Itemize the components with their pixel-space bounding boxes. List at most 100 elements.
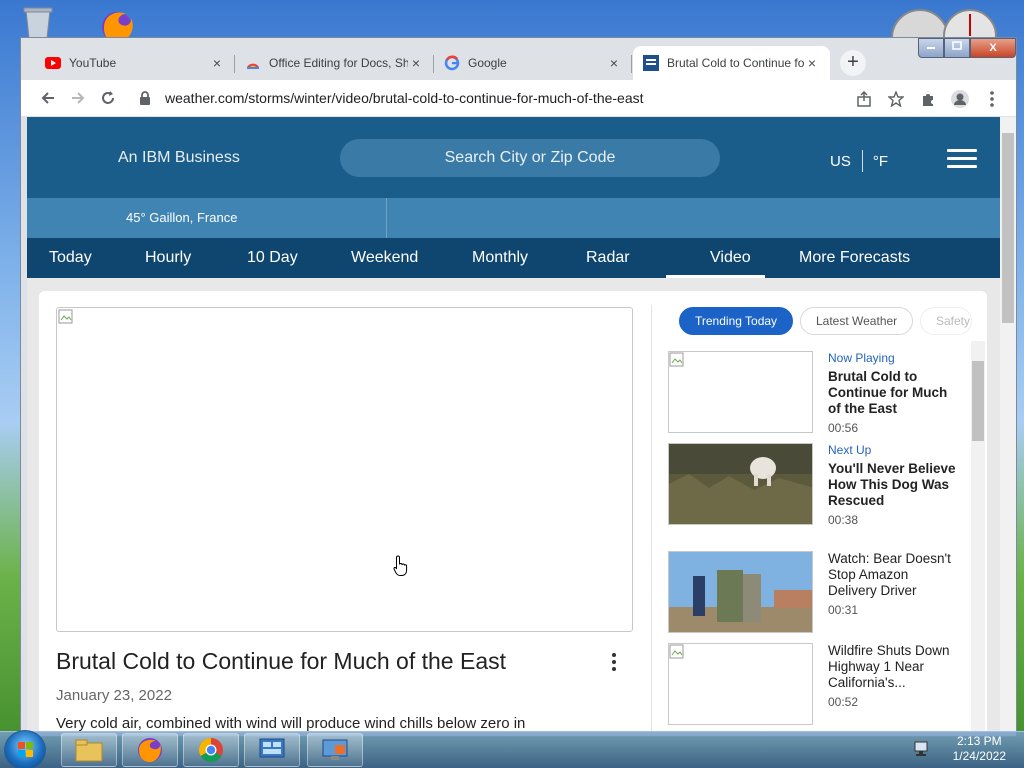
hand-cursor-icon — [393, 555, 408, 576]
windows-taskbar: 2:13 PM 1/24/2022 — [0, 730, 1024, 768]
nav-hourly[interactable]: Hourly — [145, 238, 191, 278]
video-thumbnail[interactable] — [668, 351, 813, 433]
nav-more-forecasts[interactable]: More Forecasts — [799, 238, 910, 278]
brand-tagline[interactable]: An IBM Business — [118, 149, 240, 167]
forward-icon[interactable] — [63, 83, 93, 113]
video-thumbnail[interactable] — [668, 443, 813, 525]
minimize-button[interactable] — [918, 38, 944, 58]
playlist-item-duration: 00:31 — [828, 603, 859, 617]
playlist-item-title[interactable]: Brutal Cold to Continue for Much of the … — [828, 369, 958, 417]
nav-monthly[interactable]: Monthly — [472, 238, 528, 278]
tab-title: Google — [468, 56, 507, 70]
chrome-icon — [198, 738, 223, 763]
recycle-bin-icon[interactable] — [18, 6, 58, 40]
weather-page: An IBM Business Search City or Zip Code … — [27, 117, 1000, 736]
taskbar-firefox[interactable] — [122, 733, 178, 767]
tab-youtube[interactable]: YouTube × — [35, 46, 235, 80]
new-tab-button[interactable]: + — [840, 50, 866, 76]
menu-kebab-icon[interactable] — [976, 84, 1008, 114]
file-explorer-icon — [75, 739, 103, 762]
google-icon — [444, 55, 460, 71]
units-toggle[interactable]: US °F — [830, 150, 888, 172]
filter-safety[interactable]: Safety — [920, 307, 972, 335]
control-panel-icon — [259, 738, 285, 758]
page-scrollbar[interactable] — [1000, 117, 1016, 736]
tab-close-icon[interactable]: × — [209, 55, 225, 71]
playlist-item[interactable]: Wildfire Shuts Down Highway 1 Near Calif… — [668, 643, 968, 725]
tab-office-editing[interactable]: Office Editing for Docs, Sheets & Slides… — [235, 46, 434, 80]
tab-title: Office Editing for Docs, Sheets & Slides — [269, 56, 408, 70]
nav-today[interactable]: Today — [49, 238, 92, 278]
search-input[interactable]: Search City or Zip Code — [340, 139, 720, 177]
playlist-item-title[interactable]: You'll Never Believe How This Dog Was Re… — [828, 461, 958, 509]
maximize-button[interactable] — [944, 38, 970, 58]
playlist-scrollbar[interactable] — [971, 341, 985, 731]
video-description: Very cold air, combined with wind will p… — [56, 715, 526, 732]
back-icon[interactable] — [33, 83, 63, 113]
toolbar-actions — [848, 84, 1008, 114]
video-player[interactable] — [56, 307, 633, 632]
extensions-puzzle-icon[interactable] — [912, 84, 944, 114]
taskbar-remote-desktop[interactable] — [307, 733, 363, 767]
tab-title: YouTube — [69, 56, 117, 70]
playlist-item-info: Watch: Bear Doesn't Stop Amazon Delivery… — [828, 551, 958, 617]
firefox-icon — [138, 738, 162, 762]
current-location[interactable]: 45° Gaillon, France — [27, 198, 387, 238]
forecast-nav: Today Hourly 10 Day Weekend Monthly Rada… — [27, 238, 1000, 278]
units-region[interactable]: US — [830, 153, 851, 170]
video-thumbnail[interactable] — [668, 643, 813, 725]
playlist-item[interactable]: Now Playing Brutal Cold to Continue for … — [668, 351, 968, 435]
clock-time: 2:13 PM — [956, 734, 1002, 748]
nav-weekend[interactable]: Weekend — [351, 238, 418, 278]
window-controls: X — [918, 38, 1016, 58]
reload-icon[interactable] — [93, 83, 123, 113]
windows-logo-icon — [18, 742, 33, 757]
video-playlist: Trending Today Latest Weather Safety Now… — [651, 305, 987, 736]
taskbar-chrome[interactable] — [183, 733, 239, 767]
profile-avatar-icon[interactable] — [944, 84, 976, 114]
browser-window: YouTube × Office Editing for Docs, Sheet… — [20, 37, 1017, 737]
playlist-item[interactable]: Next Up You'll Never Believe How This Do… — [668, 443, 968, 527]
share-icon[interactable] — [848, 84, 880, 114]
site-header: An IBM Business Search City or Zip Code … — [27, 117, 1000, 198]
nav-10-day[interactable]: 10 Day — [247, 238, 298, 278]
bear-delivery-thumbnail — [669, 552, 812, 632]
playlist-item[interactable]: Watch: Bear Doesn't Stop Amazon Delivery… — [668, 551, 968, 633]
filter-latest-weather[interactable]: Latest Weather — [800, 307, 914, 335]
lock-icon[interactable] — [139, 91, 153, 105]
taskbar-control-panel[interactable] — [244, 733, 300, 767]
hamburger-menu-icon[interactable] — [947, 149, 977, 169]
tab-close-icon[interactable]: × — [804, 55, 820, 71]
tab-close-icon[interactable]: × — [408, 55, 424, 71]
playlist-item-duration: 00:52 — [828, 695, 859, 709]
playlist-item-title[interactable]: Wildfire Shuts Down Highway 1 Near Calif… — [828, 643, 958, 691]
broken-image-icon — [58, 309, 73, 324]
video-thumbnail[interactable] — [668, 551, 813, 633]
playlist-item-info: Now Playing Brutal Cold to Continue for … — [828, 351, 958, 435]
video-date: January 23, 2022 — [56, 687, 172, 704]
nav-radar[interactable]: Radar — [586, 238, 630, 278]
video-title: Brutal Cold to Continue for Much of the … — [56, 648, 507, 674]
video-options-icon[interactable] — [612, 653, 618, 674]
tab-strip: YouTube × Office Editing for Docs, Sheet… — [21, 38, 1016, 80]
tab-google[interactable]: Google × — [434, 46, 632, 80]
playlist-item-duration: 00:56 — [828, 421, 859, 435]
filter-trending-today[interactable]: Trending Today — [679, 307, 794, 335]
playlist-item-title[interactable]: Watch: Bear Doesn't Stop Amazon Delivery… — [828, 551, 958, 599]
taskbar-file-explorer[interactable] — [61, 733, 117, 767]
tab-weather-video[interactable]: Brutal Cold to Continue for Much of the … — [633, 46, 830, 80]
start-button[interactable] — [4, 730, 46, 768]
tab-close-icon[interactable]: × — [606, 55, 622, 71]
browser-toolbar: weather.com/storms/winter/video/brutal-c… — [21, 80, 1016, 116]
nav-video[interactable]: Video — [666, 238, 765, 278]
office-editing-icon — [245, 55, 261, 71]
close-window-button[interactable]: X — [970, 38, 1016, 58]
network-tray-icon[interactable] — [913, 740, 933, 758]
address-bar[interactable]: weather.com/storms/winter/video/brutal-c… — [139, 84, 877, 112]
units-temperature[interactable]: °F — [873, 153, 888, 170]
bookmark-star-icon[interactable] — [880, 84, 912, 114]
tab-title: Brutal Cold to Continue for Much of the … — [667, 56, 804, 70]
system-clock[interactable]: 2:13 PM 1/24/2022 — [953, 734, 1006, 764]
broken-image-icon — [669, 644, 684, 659]
location-bar: 45° Gaillon, France — [27, 198, 1000, 238]
